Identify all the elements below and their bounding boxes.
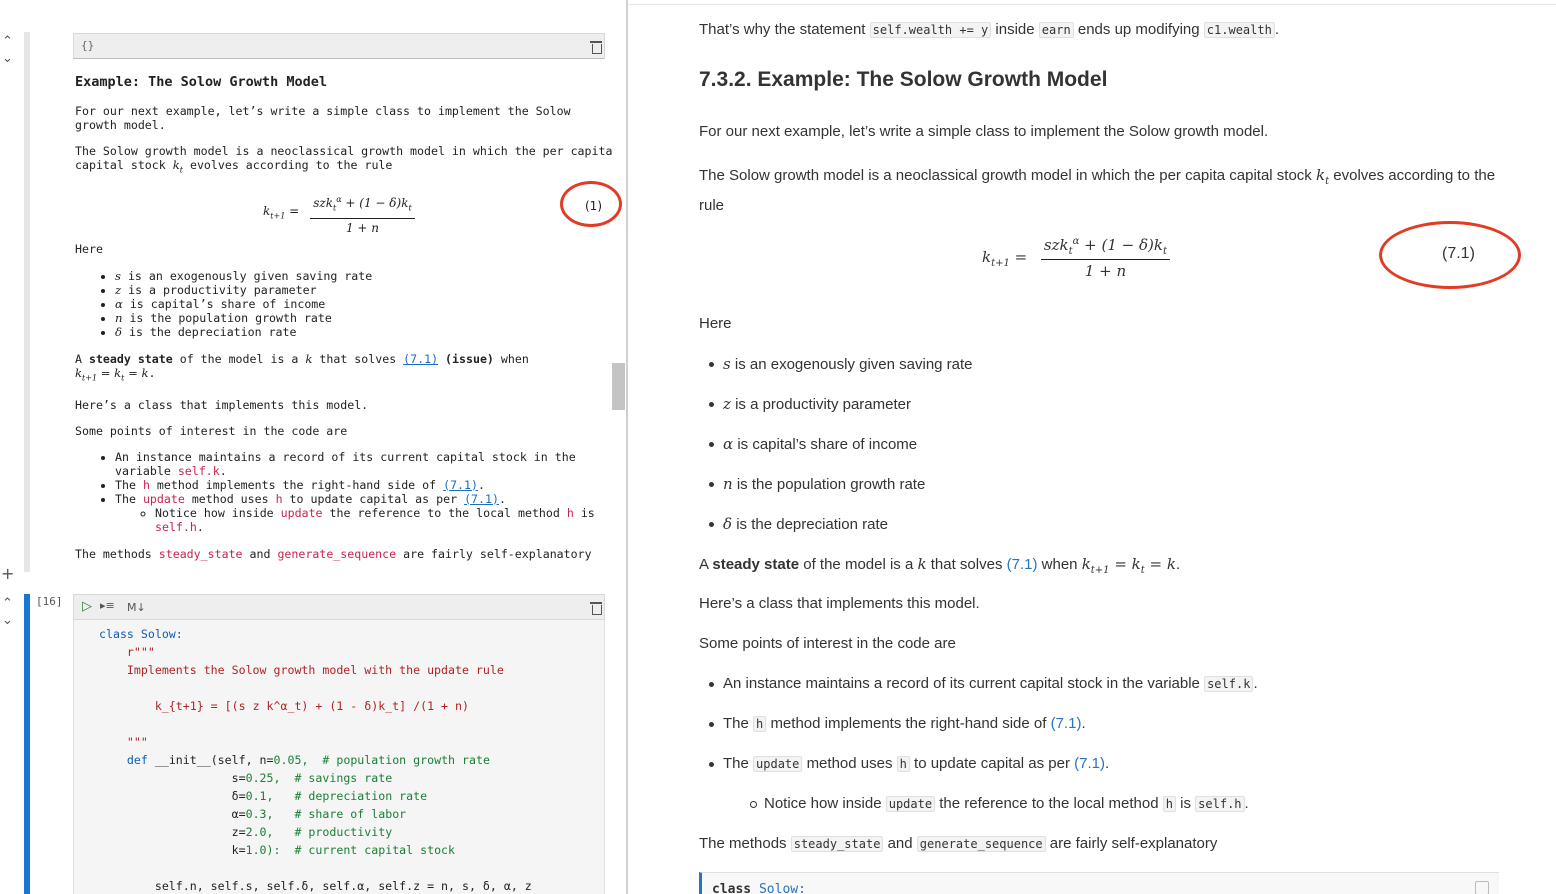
- code-text: class Solow: r""" Implements the Solow g…: [99, 627, 532, 893]
- copy-icon[interactable]: [1475, 881, 1489, 894]
- list-item: The update method uses h to update capit…: [708, 755, 1110, 772]
- page-title: 7.3.2. Example: The Solow Growth Model: [699, 68, 1108, 91]
- code-editor[interactable]: class Solow: r""" Implements the Solow g…: [73, 620, 605, 894]
- md-equation: kt+1 = szktα + (1 − δ)kt 1 + n (1): [75, 181, 622, 237]
- annotation-circle: [560, 181, 622, 228]
- md-p1: For our next example, let’s write a simp…: [75, 104, 571, 132]
- plus-icon[interactable]: +: [1, 566, 14, 582]
- list-item: n is the population growth rate: [708, 475, 926, 493]
- r-steady-state: A steady state of the model is a k that …: [699, 555, 1181, 576]
- rendered-page: That’s why the statement self.wealth += …: [628, 0, 1556, 894]
- list-item: n is the population growth rate: [115, 311, 615, 325]
- list-item: The h method implements the right-hand s…: [115, 478, 615, 492]
- md-p2: The Solow growth model is a neoclassical…: [75, 144, 613, 175]
- markdown-cell-content[interactable]: Example: The Solow Growth Model For our …: [75, 72, 622, 573]
- braces-icon[interactable]: {}: [81, 39, 94, 52]
- list-item: s is an exogenously given saving rate: [709, 355, 973, 373]
- r-p-points: Some points of interest in the code are: [699, 635, 956, 652]
- equation-ref-link[interactable]: (7.1): [443, 478, 478, 492]
- list-item: The h method implements the right-hand s…: [709, 715, 1086, 732]
- md-p-class: Here’s a class that implements this mode…: [75, 397, 369, 412]
- markdown-toggle[interactable]: M↓: [127, 601, 146, 614]
- md-p-methods: The methods steady_state and generate_se…: [75, 546, 592, 561]
- code-cell-toolbar: ▷ ▸≡ M↓: [73, 594, 605, 620]
- equation-ref-link[interactable]: (7.1): [403, 352, 438, 366]
- scrollbar-thumb[interactable]: [612, 363, 625, 410]
- md-here: Here: [75, 242, 103, 257]
- list-item: Notice how inside update the reference t…: [750, 795, 1249, 812]
- top-rule: [628, 4, 1556, 5]
- md-code-points-list: An instance maintains a record of its cu…: [75, 450, 615, 534]
- r-p2: The Solow growth model is a neoclassical…: [699, 166, 1496, 214]
- md-p-points: Some points of interest in the code are: [75, 423, 348, 438]
- chevron-up-icon[interactable]: ⌃: [2, 35, 13, 48]
- list-item: δ is the depreciation rate: [115, 325, 615, 339]
- list-item: Notice how inside update the reference t…: [155, 506, 615, 534]
- annotation-circle: [1379, 221, 1521, 289]
- r-p-methods: The methods steady_state and generate_se…: [699, 835, 1218, 852]
- equation-ref-link[interactable]: (7.1): [464, 492, 499, 506]
- equation-ref-link[interactable]: (7.1): [1007, 556, 1038, 573]
- list-item: z is a productivity parameter: [115, 283, 615, 297]
- r-p-class: Here’s a class that implements this mode…: [699, 595, 980, 612]
- chevron-down-icon[interactable]: ⌄: [2, 614, 13, 627]
- list-item: α is capital’s share of income: [708, 435, 918, 453]
- active-cell-bar: [24, 594, 30, 894]
- equation-ref-link[interactable]: (7.1): [1051, 715, 1082, 732]
- equation-ref-link[interactable]: (7.1): [1074, 755, 1105, 772]
- list-item: The update method uses h to update capit…: [115, 492, 615, 534]
- run-icon[interactable]: ▷: [82, 599, 92, 614]
- r-equation: kt+1 = szktα + (1 − δ)kt 1 + n: [982, 236, 1171, 280]
- execution-count: [16]: [36, 595, 63, 608]
- list-item: z is a productivity parameter: [709, 395, 911, 413]
- chevron-up-icon[interactable]: ⌃: [2, 597, 13, 610]
- r-p1: For our next example, let’s write a simp…: [699, 123, 1269, 140]
- markdown-cell-toolbar: {}: [73, 33, 605, 59]
- code-block: class Solow:: [699, 872, 1499, 894]
- r-here: Here: [699, 315, 732, 332]
- run-all-icon[interactable]: ▸≡: [100, 599, 115, 612]
- chevron-down-icon[interactable]: ⌄: [2, 52, 13, 65]
- list-item: α is capital’s share of income: [115, 297, 615, 311]
- trash-icon[interactable]: [590, 41, 602, 54]
- md-heading: Example: The Solow Growth Model: [75, 74, 327, 90]
- list-item: An instance maintains a record of its cu…: [115, 450, 615, 478]
- trash-icon[interactable]: [590, 602, 602, 615]
- notebook-panel: ⌃ ⌄ {} Example: The Solow Growth Model F…: [0, 0, 626, 894]
- md-param-list: s is an exogenously given saving rate z …: [75, 269, 615, 339]
- md-steady-state: A steady state of the model is a k that …: [75, 352, 529, 383]
- list-item: δ is the depreciation rate: [709, 515, 888, 533]
- list-item: s is an exogenously given saving rate: [115, 269, 615, 283]
- markdown-cell-bar: [24, 32, 30, 572]
- r-top-line: That’s why the statement self.wealth += …: [699, 21, 1279, 38]
- list-item: An instance maintains a record of its cu…: [709, 675, 1258, 692]
